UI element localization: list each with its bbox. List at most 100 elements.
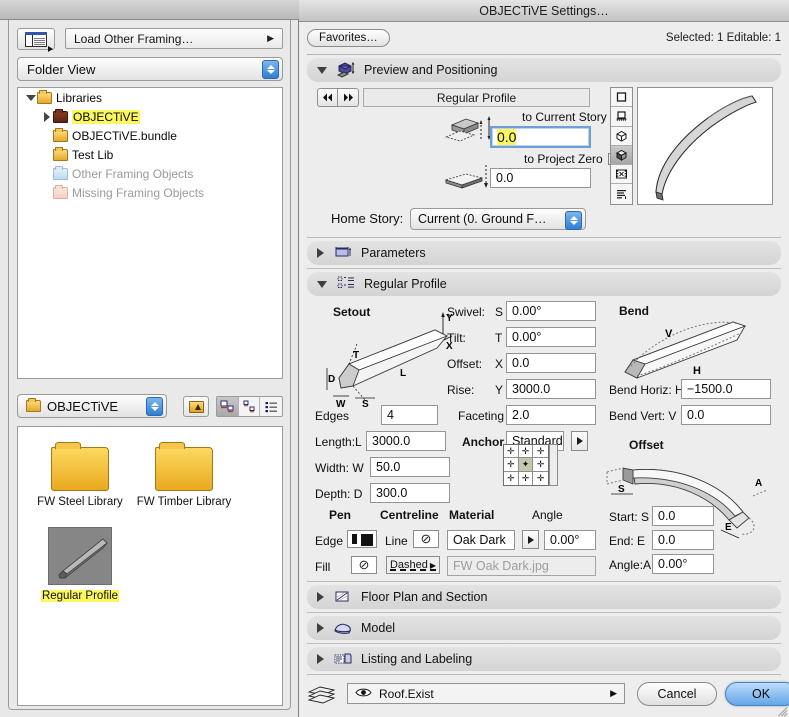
anchor-options-icon[interactable] bbox=[571, 431, 588, 451]
length-input[interactable]: 3000.0 bbox=[366, 431, 446, 451]
list-view-icon[interactable] bbox=[611, 184, 632, 203]
section-header-regular-profile[interactable]: Regular Profile bbox=[307, 272, 781, 296]
layer-popup[interactable]: Roof.Exist ▶ bbox=[347, 683, 625, 704]
anchor-cell-bl[interactable]: ✛ bbox=[504, 471, 519, 485]
faceting-input[interactable]: 2.0 bbox=[506, 405, 596, 425]
tree-item-label: OBJECTiVE.bundle bbox=[72, 128, 177, 143]
material-angle-input[interactable]: 0.00° bbox=[544, 530, 596, 550]
bend-horiz-value: −1500.0 bbox=[687, 382, 733, 396]
bend-vert-label: Bend Vert: V bbox=[609, 409, 677, 423]
length-value: 3000.0 bbox=[372, 434, 411, 448]
chevron-right-icon[interactable] bbox=[40, 111, 53, 122]
line-type-button[interactable]: Dashed ▶ bbox=[386, 556, 440, 574]
tree-item[interactable]: OBJECTiVE bbox=[18, 107, 282, 126]
next-icon[interactable] bbox=[338, 88, 359, 107]
enclosing-folder-icon[interactable] bbox=[183, 396, 209, 417]
library-items-grid[interactable]: FW Steel Library FW Timber Library Regul… bbox=[17, 426, 283, 706]
load-other-framing-label: Load Other Framing… bbox=[74, 31, 194, 46]
offset-x-label: Offset: bbox=[447, 357, 483, 371]
tree-item[interactable]: Libraries bbox=[18, 88, 282, 107]
anchor-cell-tr[interactable]: ✛ bbox=[533, 445, 548, 459]
home-story-stepper-icon[interactable] bbox=[565, 211, 582, 230]
current-folder-popup[interactable]: OBJECTiVE bbox=[17, 394, 167, 418]
line-pen-icon[interactable]: ⊘ bbox=[413, 530, 439, 548]
stepper-icon[interactable] bbox=[262, 60, 279, 79]
2d-symbol-view-icon[interactable] bbox=[611, 88, 632, 108]
3d-shaded-view-icon[interactable] bbox=[611, 145, 632, 166]
svg-text:V: V bbox=[665, 328, 673, 340]
texture-value: FW Oak Dark.jpg bbox=[453, 559, 549, 573]
bend-horiz-input[interactable]: −1500.0 bbox=[681, 379, 771, 399]
anchor-scrollbar[interactable] bbox=[549, 444, 558, 486]
object-name-field: Regular Profile bbox=[363, 88, 590, 107]
tree-item[interactable]: Other Framing Objects bbox=[18, 164, 282, 183]
section-header-parameters[interactable]: Parameters bbox=[307, 241, 781, 265]
faceting-label: Faceting bbox=[458, 409, 505, 423]
rise-input[interactable]: 3000.0 bbox=[506, 379, 596, 399]
svg-text:D: D bbox=[328, 374, 335, 385]
listing-icon bbox=[333, 650, 353, 668]
resize-grip[interactable] bbox=[774, 702, 788, 717]
anchor-point-grid[interactable]: ✛ ✛ ✛ ✛ ✦ ✛ ✛ ✛ ✛ bbox=[503, 444, 549, 486]
tilt-input[interactable]: 0.00° bbox=[506, 327, 596, 347]
anchor-cell-tl[interactable]: ✛ bbox=[504, 445, 519, 459]
list-item[interactable]: Regular Profile bbox=[28, 527, 132, 603]
rise-label: Rise: bbox=[447, 383, 475, 397]
list-view-icon[interactable] bbox=[17, 28, 55, 52]
folder-stepper-icon[interactable] bbox=[146, 397, 163, 416]
anchor-cell-bc[interactable]: ✛ bbox=[519, 471, 534, 485]
chevron-down-icon[interactable] bbox=[24, 94, 37, 101]
tree-item[interactable]: OBJECTiVE.bundle bbox=[18, 126, 282, 145]
parameters-icon bbox=[333, 244, 353, 262]
end-input[interactable]: 0.0 bbox=[652, 530, 714, 550]
edge-pen-swatch[interactable] bbox=[347, 530, 377, 548]
cancel-button[interactable]: Cancel bbox=[637, 682, 717, 706]
preview-positioning-panel: Regular Profile to Current Story 0.0 to … bbox=[307, 82, 781, 234]
library-tree[interactable]: Libraries OBJECTiVE OBJECTiVE.bundle Test L… bbox=[17, 87, 283, 379]
edges-input[interactable]: 4 bbox=[381, 405, 438, 425]
list-detail-view-icon[interactable] bbox=[260, 397, 282, 416]
bend-vert-input[interactable]: 0.0 bbox=[681, 405, 771, 425]
folder-icon bbox=[37, 89, 52, 104]
list-item[interactable]: FW Timber Library bbox=[136, 442, 232, 509]
angle-a-input[interactable]: 0.00° bbox=[652, 554, 714, 574]
fill-none-icon[interactable]: ⊘ bbox=[351, 556, 377, 574]
3d-wireframe-view-icon[interactable] bbox=[611, 127, 632, 146]
small-icon-view-icon[interactable] bbox=[239, 397, 261, 416]
view-mode-popup[interactable]: Folder View bbox=[17, 57, 283, 81]
depth-input[interactable]: 300.0 bbox=[370, 483, 450, 503]
prev-icon[interactable] bbox=[317, 88, 338, 107]
to-project-zero-input[interactable]: 0.0 bbox=[490, 168, 591, 188]
material-picker-icon[interactable] bbox=[522, 530, 539, 549]
material-input[interactable]: Oak Dark bbox=[447, 530, 515, 550]
tree-item[interactable]: Missing Framing Objects bbox=[18, 183, 282, 202]
home-story-popup[interactable]: Current (0. Ground F… bbox=[410, 208, 586, 230]
list-item[interactable]: FW Steel Library bbox=[32, 442, 128, 509]
tree-item[interactable]: Test Lib bbox=[18, 145, 282, 164]
section-title: Parameters bbox=[361, 246, 426, 260]
section-header-floor-plan[interactable]: Floor Plan and Section bbox=[307, 585, 781, 609]
section-header-model[interactable]: Model bbox=[307, 616, 781, 640]
layers-icon[interactable] bbox=[307, 686, 337, 707]
start-input[interactable]: 0.0 bbox=[652, 506, 714, 526]
preview-picture-view-icon[interactable] bbox=[611, 165, 632, 185]
material-value: Oak Dark bbox=[453, 533, 506, 547]
anchor-cell-br[interactable]: ✛ bbox=[533, 472, 548, 485]
tilt-label: Tilt: bbox=[447, 331, 466, 345]
favorites-button[interactable]: Favorites… bbox=[307, 29, 390, 47]
to-project-zero-label: to Project Zero bbox=[524, 152, 603, 166]
large-icon-view-icon[interactable] bbox=[217, 397, 239, 416]
section-header-preview[interactable]: Preview and Positioning bbox=[307, 58, 781, 82]
section-header-listing[interactable]: Listing and Labeling bbox=[307, 647, 781, 671]
anchor-cell-tc[interactable]: ✛ bbox=[518, 445, 534, 459]
width-input[interactable]: 50.0 bbox=[370, 457, 450, 477]
end-value: 0.0 bbox=[658, 533, 676, 547]
swivel-input[interactable]: 0.00° bbox=[506, 301, 596, 321]
anchor-cell-mr[interactable]: ✛ bbox=[533, 458, 548, 472]
front-view-icon[interactable] bbox=[611, 107, 632, 127]
load-other-framing-popup[interactable]: Load Other Framing… ▶ bbox=[65, 28, 283, 49]
anchor-cell-mc[interactable]: ✦ bbox=[518, 458, 534, 472]
offset-x-input[interactable]: 0.0 bbox=[506, 353, 596, 373]
anchor-cell-ml[interactable]: ✛ bbox=[504, 458, 519, 472]
to-current-story-input[interactable]: 0.0 bbox=[490, 126, 591, 148]
